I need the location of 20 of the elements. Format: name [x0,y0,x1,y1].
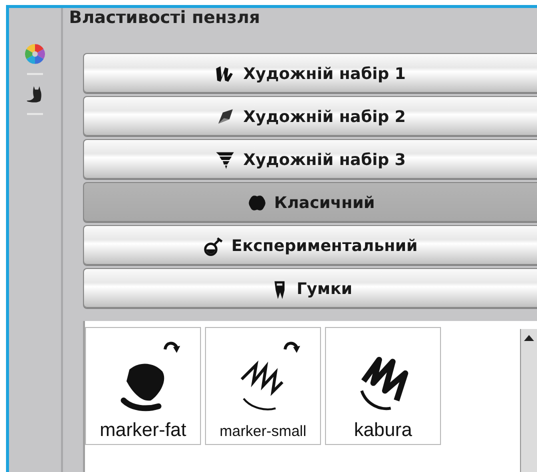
brush-thumbnail[interactable]: kabura [325,327,441,445]
flask-icon [203,236,224,256]
tornado-icon [215,150,236,170]
color-wheel-icon[interactable] [24,43,46,65]
brush-name: marker-small [220,423,306,442]
brush-group-button[interactable]: Художній набір 1 [83,53,537,94]
scrollbar[interactable] [520,329,537,472]
brush-group-button[interactable]: Художній набір 2 [83,96,537,137]
brush-name: kabura [354,420,412,443]
brush-group-button[interactable]: Експериментальний [83,225,537,266]
blob-icon [246,192,266,212]
brush-thumbnail[interactable]: marker-small [205,327,321,445]
brush-group-button[interactable]: Художній набір 3 [83,139,537,180]
brush-group-button[interactable]: Гумки [83,268,537,309]
zigzag-icon [215,64,236,84]
brush-group-button[interactable]: Класичний [83,182,537,223]
brush-name: marker-fat [100,420,186,443]
brush-thumbnail[interactable]: marker-fat [85,327,201,445]
panel-title: Властивості пензля [69,8,262,30]
scroll-up-icon[interactable] [524,335,534,341]
